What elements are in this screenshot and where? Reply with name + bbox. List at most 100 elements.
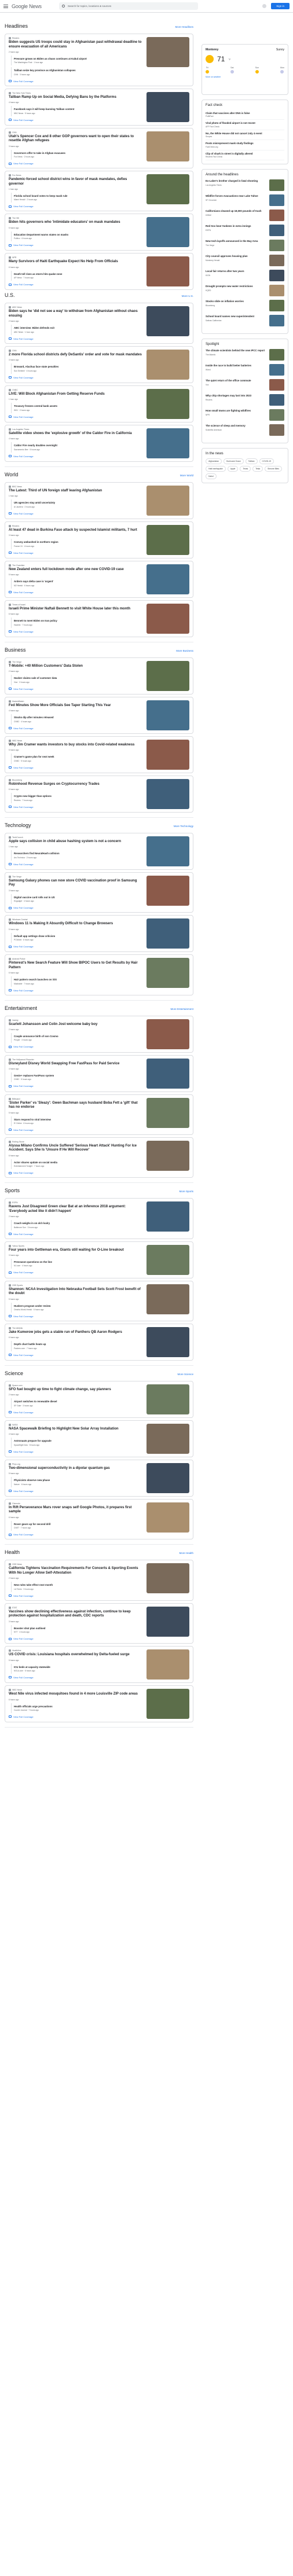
article-card[interactable]: NBC News Why Jim Cramer wants investors t… xyxy=(5,736,193,773)
full-coverage-link[interactable]: View Full Coverage xyxy=(9,1354,143,1357)
full-coverage-link[interactable]: View Full Coverage xyxy=(9,337,143,340)
more-options-icon[interactable]: ⋮ xyxy=(187,1284,190,1288)
more-options-icon[interactable]: ⋮ xyxy=(187,37,190,41)
more-options-icon[interactable]: ⋮ xyxy=(187,836,190,840)
side-title-text[interactable]: Clip of shark in street is digitally alt… xyxy=(206,152,284,155)
source-name[interactable]: CNN xyxy=(9,131,143,134)
related-article[interactable]: Stars respond to viral interview E! Onlin… xyxy=(11,1116,143,1126)
side-article-title[interactable]: Red Sox beat Yankees in extra innings ESP… xyxy=(206,225,267,236)
full-coverage-link[interactable]: View Full Coverage xyxy=(9,455,143,458)
source-name[interactable]: CBS Sports xyxy=(9,1284,143,1287)
article-title[interactable]: Apple says collision in child abuse hash… xyxy=(9,840,143,844)
side-article-title[interactable]: The quiet return of the office commute Vo… xyxy=(206,379,267,391)
more-options-icon[interactable]: ⋮ xyxy=(187,661,190,664)
full-coverage-link[interactable]: View Full Coverage xyxy=(9,376,143,379)
article-title[interactable]: Windows 11 Is Making It Absurdly Difficu… xyxy=(9,922,143,927)
related-article[interactable]: Caldor Fire nearly doubles overnight Sacr… xyxy=(11,442,143,453)
related-article[interactable]: Governors offer to take in Afghan evacue… xyxy=(11,149,143,160)
article-title[interactable]: Biden says he 'did not see a way' to wit… xyxy=(9,310,143,318)
source-name[interactable]: Windows Central xyxy=(9,918,143,921)
article-title[interactable]: Robinhood Revenue Surges on Cryptocurren… xyxy=(9,782,143,787)
related-article[interactable]: Preseason questions on the line NJ.com · … xyxy=(11,1259,143,1269)
side-article-title[interactable]: School board names new superintendent Sal… xyxy=(206,315,267,326)
article-card[interactable]: CBS News California Tightens Vaccination … xyxy=(5,1560,193,1601)
article-thumbnail[interactable] xyxy=(146,349,189,380)
article-thumbnail[interactable] xyxy=(146,174,189,205)
sign-in-button[interactable]: Sign in xyxy=(271,3,290,9)
related-title[interactable]: Treasury freezes central bank assets xyxy=(14,405,143,407)
article-thumbnail[interactable] xyxy=(146,1244,189,1275)
article-thumbnail[interactable] xyxy=(146,217,189,248)
article-thumbnail[interactable] xyxy=(146,485,189,516)
article-card[interactable]: Gizmodo In Rift Perseverance Mars rover s… xyxy=(5,1498,193,1540)
article-card[interactable]: CNN Utah's Spencer Cox and 8 other GOP go… xyxy=(5,127,193,169)
weather-widget[interactable]: Monterey Sunny 71 °F Fri Sat Sun Mon More o… xyxy=(202,44,288,95)
article-title[interactable]: Pandemic-forced school district wins in … xyxy=(9,178,143,186)
section-more-link[interactable]: More Sports xyxy=(179,1190,193,1193)
related-title[interactable]: Actor shares update on social media xyxy=(14,1161,143,1164)
article-thumbnail[interactable] xyxy=(146,1058,189,1089)
article-thumbnail[interactable] xyxy=(146,603,189,634)
article-thumbnail[interactable] xyxy=(146,700,189,730)
side-title-text[interactable]: Red Sox beat Yankees in extra innings xyxy=(206,225,251,227)
related-title[interactable]: Pressure grows on Biden as chaos continu… xyxy=(14,57,143,60)
related-title[interactable]: Cramer's game plan for next week xyxy=(14,755,143,758)
article-title[interactable]: Many Survivors of Haiti Earthquake Expec… xyxy=(9,260,143,264)
full-coverage-link[interactable]: View Full Coverage xyxy=(9,416,143,418)
more-options-icon[interactable]: ⋮ xyxy=(187,1463,190,1467)
section-title[interactable]: U.S. xyxy=(5,292,15,298)
article-thumbnail[interactable] xyxy=(146,256,189,287)
article-card[interactable]: Bloomberg Robinhood Revenue Surges on Cry… xyxy=(5,775,193,813)
article-thumbnail[interactable] xyxy=(146,1384,189,1414)
more-options-icon[interactable]: ⋮ xyxy=(187,604,190,607)
article-thumbnail[interactable] xyxy=(146,524,189,555)
article-card[interactable]: Rolling Stone Alyssa Milano Confirms Uncl… xyxy=(5,1137,193,1178)
article-card[interactable]: NPR Many Survivors of Haiti Earthquake Ex… xyxy=(5,253,193,291)
more-options-icon[interactable]: ⋮ xyxy=(187,1384,190,1388)
source-name[interactable]: Android Police xyxy=(9,958,143,960)
full-coverage-link[interactable]: View Full Coverage xyxy=(9,1594,143,1597)
more-options-icon[interactable]: ⋮ xyxy=(187,1327,190,1331)
article-title[interactable]: T-Mobile: +40 Million Customers' Data St… xyxy=(9,664,143,669)
more-options-icon[interactable]: ⋮ xyxy=(187,1059,190,1062)
related-article[interactable]: Couple announce birth of son Cosmo People… xyxy=(11,1033,143,1043)
article-card[interactable]: Fox News Pandemic-forced school district … xyxy=(5,171,193,212)
full-coverage-link[interactable]: View Full Coverage xyxy=(9,806,143,809)
related-title[interactable]: Broward, Alachua face state penalties xyxy=(14,365,143,368)
side-article[interactable]: Clip of shark in street is digitally alt… xyxy=(206,150,284,161)
full-coverage-link[interactable]: View Full Coverage xyxy=(9,1171,143,1174)
source-name[interactable]: Healthline xyxy=(9,1649,143,1652)
related-title[interactable]: Booster shot plan outlined xyxy=(14,1627,143,1630)
source-name[interactable]: Fox News xyxy=(9,174,143,177)
more-headlines-link[interactable]: More Headlines xyxy=(175,25,193,28)
related-title[interactable]: Florida school board votes to keep mask … xyxy=(14,194,143,197)
source-name[interactable]: Reuters xyxy=(9,37,143,39)
topic-chip[interactable]: Tesla xyxy=(252,466,263,472)
side-article[interactable]: Red Sox beat Yankees in extra innings ESP… xyxy=(206,225,284,237)
side-article[interactable]: Claim that vaccines alter DNA is false Po… xyxy=(206,110,284,120)
related-title[interactable]: Facebook says it will keep banning Talib… xyxy=(14,108,143,111)
article-card[interactable]: Healthline US COVID crisis: Louisiana hos… xyxy=(5,1646,193,1684)
more-options-icon[interactable]: ⋮ xyxy=(187,779,190,782)
article-thumbnail[interactable] xyxy=(146,564,189,594)
related-article[interactable]: Health officials urge precautions Courier… xyxy=(11,1703,143,1713)
source-name[interactable]: Reuters xyxy=(9,525,143,527)
related-article[interactable]: Bennett to meet Biden on Iran policy Haar… xyxy=(11,618,143,628)
full-coverage-link[interactable]: View Full Coverage xyxy=(9,1637,143,1640)
source-name[interactable]: NPR xyxy=(9,256,143,259)
related-title[interactable]: Ardern says delta case is 'urgent' xyxy=(14,580,143,583)
side-thumbnail[interactable] xyxy=(269,300,284,312)
article-card[interactable]: Reuters Biden suggests US troops could st… xyxy=(5,34,193,86)
article-title[interactable]: LIVE: Will Block Afghanistan From Gettin… xyxy=(9,392,143,397)
article-title[interactable]: SFO fuel bought up time to fight climate… xyxy=(9,1388,143,1392)
related-article[interactable]: Coach weighs in on old rivalry Baltimore … xyxy=(11,1220,143,1230)
related-title[interactable]: Hair pattern search launches on iOS xyxy=(14,978,143,981)
article-thumbnail[interactable] xyxy=(146,1019,189,1049)
side-title-text[interactable]: How small towns are fighting wildfires xyxy=(206,409,251,412)
side-article[interactable]: School board names new superintendent Sal… xyxy=(206,315,284,327)
related-title[interactable]: Stars respond to viral interview xyxy=(14,1118,143,1121)
source-name[interactable]: CNN xyxy=(9,350,143,352)
related-article[interactable]: Stocks dip after minutes released CNBC · … xyxy=(11,714,143,725)
related-article[interactable]: Taliban seize key province as Afghanista… xyxy=(11,67,143,78)
more-options-icon[interactable]: ⋮ xyxy=(187,525,190,528)
